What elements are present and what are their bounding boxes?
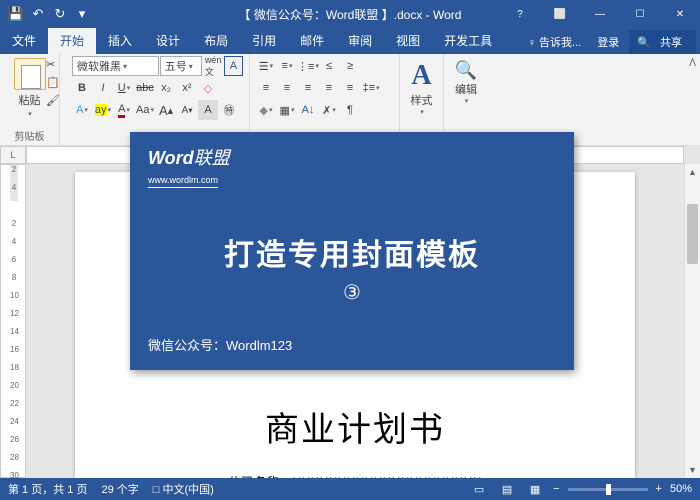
zoom-in-button[interactable]: + (656, 483, 662, 495)
vertical-scrollbar[interactable]: ▲ ▼ (684, 164, 700, 478)
italic-button[interactable]: I (93, 78, 113, 98)
maximize-button[interactable]: ☐ (620, 0, 660, 28)
superscript-button[interactable]: x² (177, 78, 197, 98)
clear-formatting-icon[interactable]: ◇ (198, 78, 218, 98)
font-size-combo[interactable]: 五号▾ (160, 56, 203, 76)
text-effects-icon[interactable]: A▾ (72, 100, 92, 120)
ribbon-display-options[interactable]: ⬜ (540, 0, 580, 28)
print-layout-icon[interactable]: ▤ (497, 481, 517, 497)
ribbon-help-icon[interactable]: ? (500, 0, 540, 28)
underline-button[interactable]: U▾ (114, 78, 134, 98)
enclose-char-icon[interactable]: ㊕ (219, 100, 239, 120)
ribbon-tabs: 文件 开始 插入 设计 布局 引用 邮件 审阅 视图 开发工具 ♀ 告诉我...… (0, 28, 700, 54)
font-color-icon[interactable]: A▾ (114, 100, 134, 120)
tab-references[interactable]: 引用 (240, 27, 288, 54)
overlay-footer: 微信公众号：Wordlm123 (148, 335, 292, 354)
scroll-thumb[interactable] (687, 204, 698, 264)
cut-icon[interactable]: ✂ (46, 58, 55, 71)
align-left-icon[interactable]: ≡ (256, 78, 276, 98)
scroll-up-icon[interactable]: ▲ (685, 164, 700, 180)
overlay-url: www.wordlm.com (148, 175, 218, 188)
font-name-combo[interactable]: 微软雅黑▾ (72, 56, 159, 76)
decrease-indent-icon[interactable]: ≤ (319, 56, 339, 76)
shading-icon[interactable]: ◆▾ (256, 100, 276, 120)
tab-view[interactable]: 视图 (384, 27, 432, 54)
align-center-icon[interactable]: ≡ (277, 78, 297, 98)
tab-home[interactable]: 开始 (48, 27, 96, 54)
paste-icon[interactable] (14, 58, 46, 90)
phonetic-guide-icon[interactable]: wén文 (203, 56, 222, 76)
strikethrough-button[interactable]: abc (135, 78, 155, 98)
vertical-ruler[interactable]: 2424681012141618202224262830 (0, 164, 26, 478)
tab-layout[interactable]: 布局 (192, 27, 240, 54)
increase-indent-icon[interactable]: ≥ (340, 56, 360, 76)
editing-button[interactable]: 🔍 编辑 ▾ (450, 56, 482, 109)
copy-icon[interactable]: 📋 (46, 76, 60, 89)
tab-file[interactable]: 文件 (0, 27, 48, 54)
align-right-icon[interactable]: ≡ (298, 78, 318, 98)
scroll-down-icon[interactable]: ▼ (685, 462, 700, 478)
status-words[interactable]: 29 个字 (101, 481, 138, 497)
sort-icon[interactable]: A↓ (298, 100, 318, 120)
justify-icon[interactable]: ≡ (319, 78, 339, 98)
paste-label[interactable]: 粘贴 (19, 92, 41, 108)
show-marks-icon[interactable]: ¶ (340, 100, 360, 120)
overlay-title: 打造专用封面模板 (148, 230, 556, 274)
highlight-icon[interactable]: ay▾ (93, 100, 113, 120)
asian-layout-icon[interactable]: ✗▾ (319, 100, 339, 120)
overlay-logo: Word联盟 (148, 148, 230, 168)
clipboard-group-label: 剪贴板 (6, 126, 53, 145)
tell-me[interactable]: ♀ 告诉我... (522, 30, 587, 54)
zoom-out-button[interactable]: − (553, 483, 559, 495)
tab-developer[interactable]: 开发工具 (432, 27, 504, 54)
login-link[interactable]: 登录 (591, 30, 625, 54)
qat-redo[interactable]: ↻ (50, 4, 70, 24)
distributed-icon[interactable]: ≡ (340, 78, 360, 98)
bold-button[interactable]: B (72, 78, 92, 98)
styles-button[interactable]: A 样式 ▾ (406, 56, 437, 120)
qat-customize[interactable]: ▾ (72, 4, 92, 24)
subscript-button[interactable]: x₂ (156, 78, 176, 98)
status-language[interactable]: □ 中文(中国) (153, 481, 214, 497)
overlay-number: ③ (148, 280, 556, 305)
format-painter-icon[interactable]: 🖌 (46, 94, 60, 107)
tab-review[interactable]: 审阅 (336, 27, 384, 54)
borders-icon[interactable]: ▦▾ (277, 100, 297, 120)
multilevel-list-icon[interactable]: ⋮≡▾ (298, 56, 318, 76)
doc-heading[interactable]: 商业计划书 (75, 402, 635, 451)
qat-undo[interactable]: ↶ (28, 4, 48, 24)
qat-save[interactable]: 💾 (6, 4, 26, 24)
tab-mailings[interactable]: 邮件 (288, 27, 336, 54)
change-case-button[interactable]: Aa▾ (135, 100, 155, 120)
collapse-ribbon-icon[interactable]: ᐱ (689, 58, 696, 69)
line-spacing-icon[interactable]: ‡≡▾ (361, 78, 381, 98)
window-title: 【 微信公众号：Word联盟 】.docx - Word (239, 6, 462, 23)
bullets-icon[interactable]: ☰▾ (256, 56, 276, 76)
minimize-button[interactable]: — (580, 0, 620, 28)
shrink-font-button[interactable]: A▾ (177, 100, 197, 120)
zoom-slider[interactable] (568, 488, 648, 491)
close-button[interactable]: ✕ (660, 0, 700, 28)
tab-insert[interactable]: 插入 (96, 27, 144, 54)
status-page[interactable]: 第 1 页，共 1 页 (8, 481, 87, 497)
tab-design[interactable]: 设计 (144, 27, 192, 54)
numbering-icon[interactable]: ≡▾ (277, 56, 297, 76)
char-border-icon[interactable]: A (224, 56, 243, 76)
share-button[interactable]: 🔍 共享 (629, 30, 696, 54)
read-mode-icon[interactable]: ▭ (469, 481, 489, 497)
splash-overlay: Word联盟 www.wordlm.com 打造专用封面模板 ③ 微信公众号：W… (130, 132, 574, 370)
char-shading-icon[interactable]: A (198, 100, 218, 120)
web-layout-icon[interactable]: ▦ (525, 481, 545, 497)
ruler-corner: L (0, 146, 26, 164)
zoom-level[interactable]: 50% (670, 483, 692, 495)
grow-font-button[interactable]: A▴ (156, 100, 176, 120)
